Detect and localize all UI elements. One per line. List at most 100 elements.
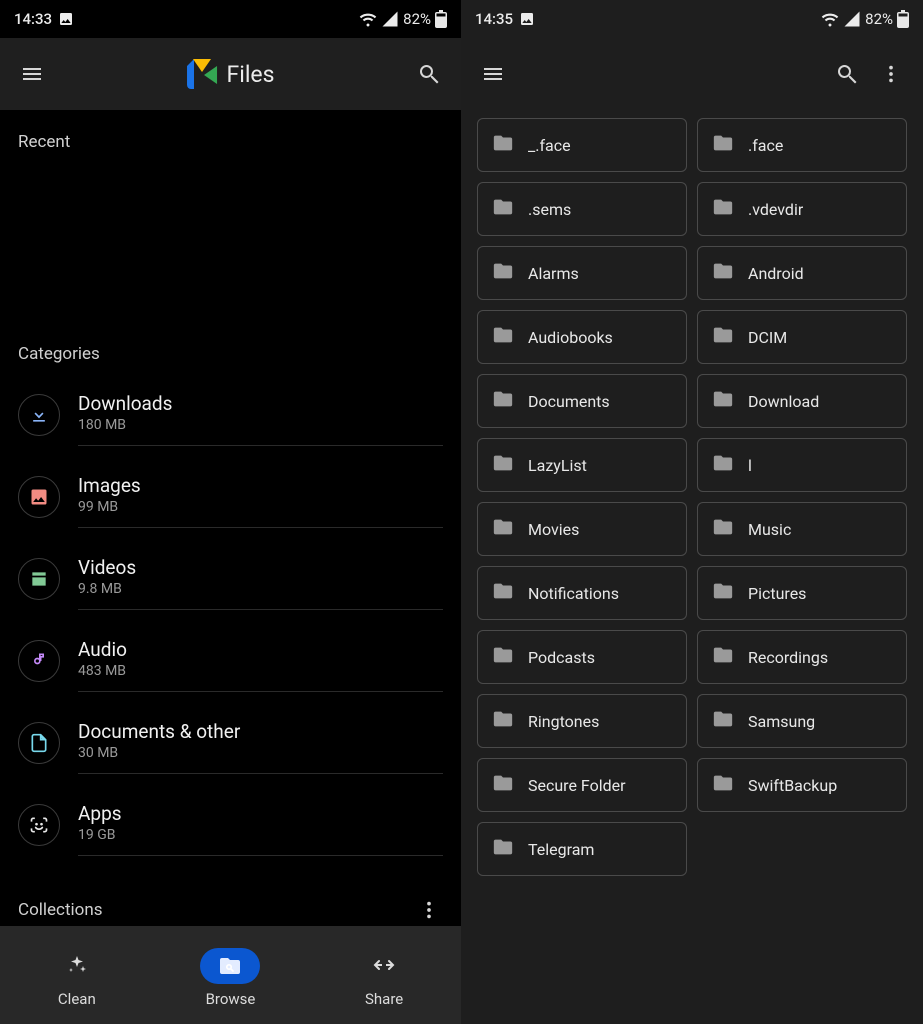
folder-name: .sems: [528, 200, 571, 219]
folder-tile[interactable]: .sems: [477, 182, 687, 236]
folder-icon: [712, 260, 734, 286]
image-icon: [18, 476, 60, 518]
folder-tile[interactable]: SwiftBackup: [697, 758, 907, 812]
folder-tile[interactable]: Alarms: [477, 246, 687, 300]
folder-tile[interactable]: _.face: [477, 118, 687, 172]
recent-empty-area: [0, 162, 461, 322]
menu-button[interactable]: [10, 52, 54, 96]
category-item-audio[interactable]: Audio483 MB: [0, 620, 461, 702]
folder-tile[interactable]: Telegram: [477, 822, 687, 876]
folder-tile[interactable]: Pictures: [697, 566, 907, 620]
wifi-icon: [359, 10, 377, 28]
video-icon: [18, 558, 60, 600]
folder-tile[interactable]: .vdevdir: [697, 182, 907, 236]
folder-name: Secure Folder: [528, 776, 626, 795]
more-button[interactable]: [869, 52, 913, 96]
folder-tile[interactable]: Podcasts: [477, 630, 687, 684]
folder-tile[interactable]: Download: [697, 374, 907, 428]
folder-tile[interactable]: Recordings: [697, 630, 907, 684]
folder-name: Movies: [528, 520, 579, 539]
folder-name: Music: [748, 520, 791, 539]
folder-icon: [492, 772, 514, 798]
audio-icon: [18, 640, 60, 682]
folder-tile[interactable]: Music: [697, 502, 907, 556]
folder-tile[interactable]: Samsung: [697, 694, 907, 748]
battery-icon: [897, 10, 909, 28]
section-collections-title: Collections: [18, 900, 103, 920]
folder-tile[interactable]: DCIM: [697, 310, 907, 364]
nav-share[interactable]: Share: [308, 948, 460, 1008]
category-item-video[interactable]: Videos9.8 MB: [0, 538, 461, 620]
category-item-download[interactable]: Downloads180 MB: [0, 374, 461, 456]
menu-button[interactable]: [471, 52, 515, 96]
download-icon: [18, 394, 60, 436]
folder-tile[interactable]: l: [697, 438, 907, 492]
folder-tile[interactable]: Secure Folder: [477, 758, 687, 812]
status-battery-text: 82%: [403, 10, 431, 28]
app-bar: [461, 38, 923, 110]
nav-clean[interactable]: Clean: [1, 948, 153, 1008]
folder-tile[interactable]: Android: [697, 246, 907, 300]
files-logo-icon: [187, 59, 217, 89]
category-item-image[interactable]: Images 99 MB: [0, 456, 461, 538]
more-vert-icon: [418, 899, 440, 921]
folder-name: Pictures: [748, 584, 806, 603]
search-button[interactable]: [825, 52, 869, 96]
folder-name: Alarms: [528, 264, 579, 283]
folder-name: l: [748, 456, 752, 475]
nav-label: Share: [365, 990, 403, 1008]
folder-tile[interactable]: LazyList: [477, 438, 687, 492]
folder-icon: [712, 772, 734, 798]
document-icon: [18, 722, 60, 764]
folder-icon: [712, 324, 734, 350]
folder-name: Samsung: [748, 712, 815, 731]
category-item-apps[interactable]: Apps19 GB: [0, 784, 461, 866]
folder-name: Telegram: [528, 840, 594, 859]
category-item-document[interactable]: Documents & other 30 MB: [0, 702, 461, 784]
app-title-wrap: Files: [187, 59, 275, 89]
status-battery-text: 82%: [865, 10, 893, 28]
folder-name: Documents: [528, 392, 610, 411]
category-name: Documents & other: [78, 720, 443, 743]
folder-name: Download: [748, 392, 819, 411]
bottom-nav: CleanBrowse Share: [0, 926, 461, 1024]
folder-name: Notifications: [528, 584, 619, 603]
folder-icon: [492, 580, 514, 606]
folder-icon: [492, 260, 514, 286]
folder-name: Recordings: [748, 648, 828, 667]
folder-name: Podcasts: [528, 648, 595, 667]
category-size: 30 MB: [78, 745, 443, 761]
category-size: 99 MB: [78, 499, 443, 515]
search-icon: [835, 62, 859, 86]
signal-icon: [843, 10, 861, 28]
nav-browse[interactable]: Browse: [154, 948, 306, 1008]
wifi-icon: [821, 10, 839, 28]
folder-tile[interactable]: .face: [697, 118, 907, 172]
category-name: Images: [78, 474, 443, 497]
folder-icon: [492, 708, 514, 734]
folder-icon: [712, 644, 734, 670]
folder-name: .vdevdir: [748, 200, 803, 219]
folder-icon: [492, 452, 514, 478]
folder-icon: [712, 708, 734, 734]
folder-tile[interactable]: Movies: [477, 502, 687, 556]
folder-tile[interactable]: Audiobooks: [477, 310, 687, 364]
folder-icon: [712, 196, 734, 222]
category-name: Apps: [78, 802, 443, 825]
search-button[interactable]: [407, 52, 451, 96]
folder-tile[interactable]: Ringtones: [477, 694, 687, 748]
section-categories-title: Categories: [0, 322, 461, 374]
image-icon: [58, 11, 74, 27]
folder-tile[interactable]: Notifications: [477, 566, 687, 620]
folder-name: Android: [748, 264, 804, 283]
folder-name: .face: [748, 136, 783, 155]
folder-name: LazyList: [528, 456, 587, 475]
folder-icon: [712, 388, 734, 414]
browse-icon: [200, 948, 260, 984]
folder-tile[interactable]: Documents: [477, 374, 687, 428]
folder-icon: [492, 388, 514, 414]
folder-icon: [712, 132, 734, 158]
files-app-browse-screen: 14:33 82% Files: [0, 0, 461, 1024]
apps-icon: [18, 804, 60, 846]
folder-icon: [712, 580, 734, 606]
